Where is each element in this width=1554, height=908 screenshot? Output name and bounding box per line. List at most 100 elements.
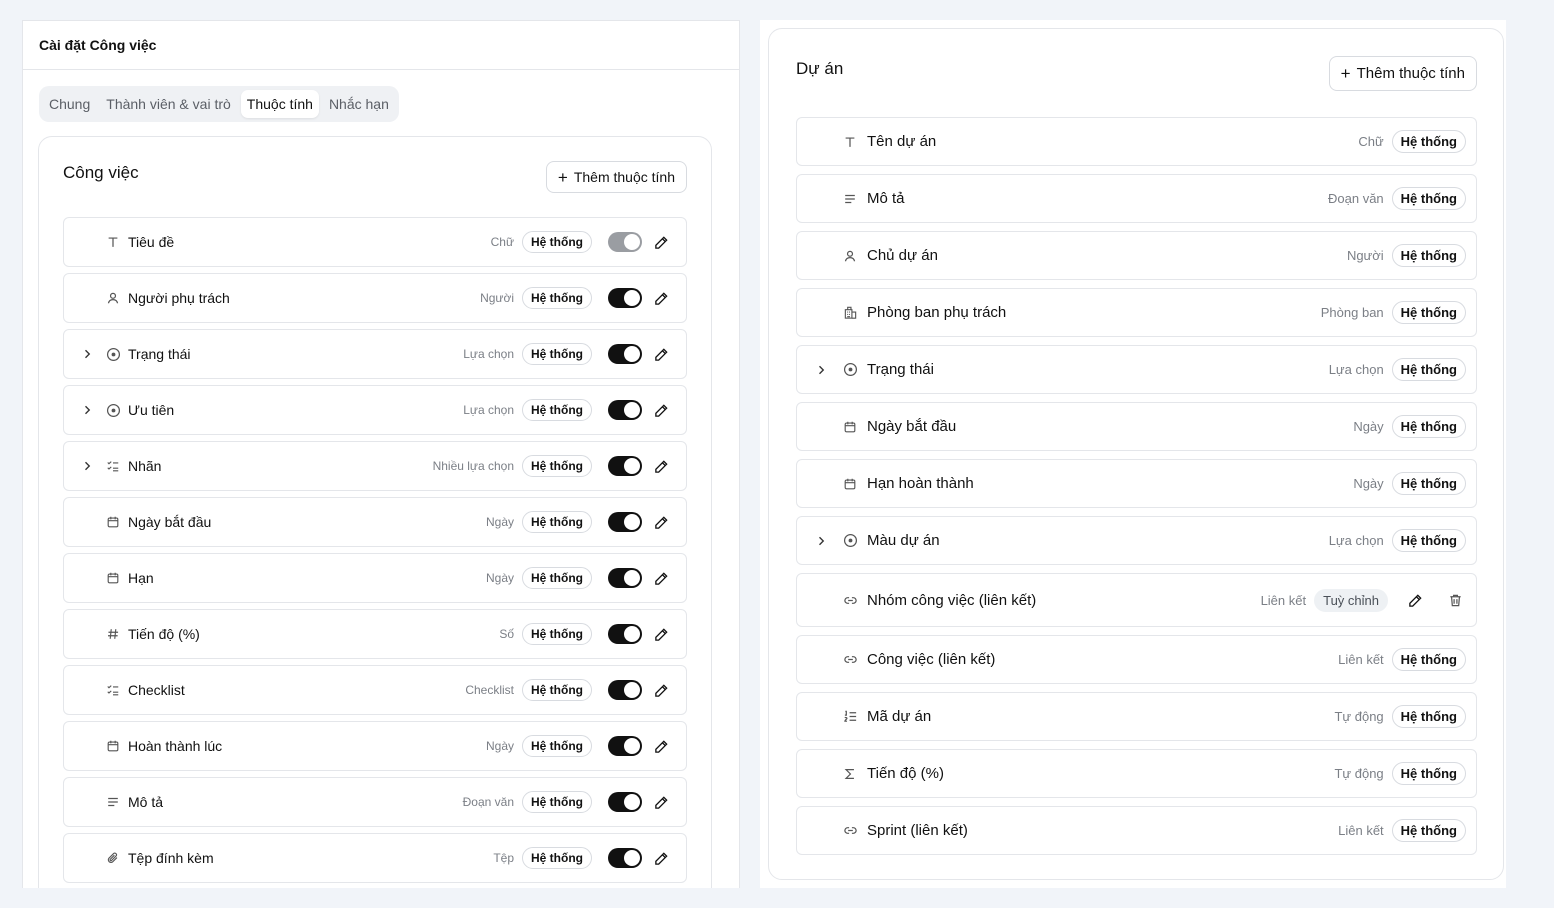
pencil-icon[interactable] [650, 567, 672, 589]
property-type: Người [1346, 248, 1384, 263]
property-type: Người [480, 291, 514, 305]
project-property-row[interactable]: Sprint (liên kết) Liên kết Hệ thống [796, 806, 1477, 855]
tab-reminders[interactable]: Nhắc hạn [323, 90, 395, 118]
person-icon [105, 290, 121, 306]
project-property-row[interactable]: Hạn hoàn thành Ngày Hệ thống [796, 459, 1477, 508]
chevron-right-icon[interactable] [80, 348, 94, 360]
system-badge: Hệ thống [1391, 705, 1466, 728]
tab-general[interactable]: Chung [43, 90, 96, 118]
visibility-toggle[interactable] [608, 736, 642, 756]
pencil-icon[interactable] [650, 735, 672, 757]
property-type: Liên kết [1338, 823, 1384, 838]
property-meta: Tự động Hệ thống [1334, 705, 1466, 728]
visibility-toggle[interactable] [608, 288, 642, 308]
project-property-row[interactable]: Màu dự án Lựa chọn Hệ thống [796, 516, 1477, 565]
system-badge: Hệ thống [522, 791, 592, 813]
visibility-toggle[interactable] [608, 344, 642, 364]
task-property-row[interactable]: Ngày bắt đầu Ngày Hệ thống [63, 497, 687, 547]
system-badge: Hệ thống [522, 343, 592, 365]
task-property-row[interactable]: Nhãn Nhiều lựa chọn Hệ thống [63, 441, 687, 491]
visibility-toggle[interactable] [608, 680, 642, 700]
system-badge: Hệ thống [522, 567, 592, 589]
pencil-icon[interactable] [650, 623, 672, 645]
link-icon [842, 652, 858, 668]
task-property-row[interactable]: Ưu tiên Lựa chọn Hệ thống [63, 385, 687, 435]
property-meta: Chữ Hệ thống [491, 231, 672, 253]
property-meta: Phòng ban Hệ thống [1321, 301, 1466, 324]
add-property-label: Thêm thuộc tính [1356, 65, 1465, 82]
task-property-row[interactable]: Tiêu đề Chữ Hệ thống [63, 217, 687, 267]
property-type: Đoạn văn [1328, 191, 1384, 206]
plus-icon: + [557, 167, 568, 187]
text-icon [842, 134, 858, 150]
pencil-icon[interactable] [650, 343, 672, 365]
property-meta: Ngày Hệ thống [486, 511, 672, 533]
chevron-right-icon[interactable] [814, 535, 828, 547]
pencil-icon[interactable] [650, 287, 672, 309]
pencil-icon[interactable] [1404, 589, 1426, 611]
chevron-right-icon[interactable] [814, 364, 828, 376]
project-property-row[interactable]: Công việc (liên kết) Liên kết Hệ thống [796, 635, 1477, 684]
pencil-icon[interactable] [650, 399, 672, 421]
system-badge: Hệ thống [1391, 472, 1466, 495]
project-property-row[interactable]: Nhóm công việc (liên kết) Liên kết Tuỳ chỉ… [796, 573, 1477, 627]
task-property-row[interactable]: Tệp đính kèm Tệp Hệ thống [63, 833, 687, 883]
pencil-icon[interactable] [650, 231, 672, 253]
visibility-toggle[interactable] [608, 792, 642, 812]
project-property-row[interactable]: Mã dự án Tự động Hệ thống [796, 692, 1477, 741]
visibility-toggle [608, 232, 642, 252]
property-meta: Tự động Hệ thống [1334, 762, 1466, 785]
visibility-toggle[interactable] [608, 848, 642, 868]
project-property-row[interactable]: Chủ dự án Người Hệ thống [796, 231, 1477, 280]
project-property-row[interactable]: Tiến độ (%) Tự động Hệ thống [796, 749, 1477, 798]
property-meta: Ngày Hệ thống [1353, 415, 1466, 438]
project-property-row[interactable]: Tên dự án Chữ Hệ thống [796, 117, 1477, 166]
pencil-icon[interactable] [650, 847, 672, 869]
task-property-row[interactable]: Người phụ trách Người Hệ thống [63, 273, 687, 323]
task-property-row[interactable]: Hạn Ngày Hệ thống [63, 553, 687, 603]
property-name: Ngày bắt đầu [128, 514, 212, 530]
property-name: Màu dự án [867, 532, 940, 549]
task-property-row[interactable]: Trạng thái Lựa chọn Hệ thống [63, 329, 687, 379]
system-badge: Hệ thống [522, 847, 592, 869]
project-property-row[interactable]: Trạng thái Lựa chọn Hệ thống [796, 345, 1477, 394]
visibility-toggle[interactable] [608, 456, 642, 476]
visibility-toggle[interactable] [608, 512, 642, 532]
checklist-icon [105, 458, 121, 474]
property-meta: Người Hệ thống [1347, 244, 1466, 267]
visibility-toggle[interactable] [608, 400, 642, 420]
property-meta: Người Hệ thống [480, 287, 672, 309]
system-badge: Hệ thống [522, 399, 592, 421]
tab-properties[interactable]: Thuộc tính [240, 90, 319, 118]
task-properties-card: Công việc + Thêm thuộc tính Tiêu đề Chữ Hệ… [38, 136, 712, 888]
pencil-icon[interactable] [650, 511, 672, 533]
add-property-button[interactable]: + Thêm thuộc tính [545, 161, 687, 193]
system-badge: Hệ thống [1391, 415, 1466, 438]
property-name: Ngày bắt đầu [867, 418, 957, 435]
pencil-icon[interactable] [650, 791, 672, 813]
task-property-row[interactable]: Tiến độ (%) Số Hệ thống [63, 609, 687, 659]
property-meta: Checklist Hệ thống [465, 679, 672, 701]
property-type: Ngày [1353, 419, 1384, 434]
custom-badge: Tuỳ chỉnh [1314, 588, 1388, 612]
pencil-icon[interactable] [650, 679, 672, 701]
project-property-row[interactable]: Ngày bắt đầu Ngày Hệ thống [796, 402, 1477, 451]
project-property-row[interactable]: Phòng ban phụ trách Phòng ban Hệ thống [796, 288, 1477, 337]
chevron-right-icon[interactable] [80, 404, 94, 416]
pencil-icon[interactable] [650, 455, 672, 477]
add-property-button[interactable]: + Thêm thuộc tính [1328, 56, 1477, 91]
visibility-toggle[interactable] [608, 624, 642, 644]
task-property-row[interactable]: Checklist Checklist Hệ thống [63, 665, 687, 715]
property-type: Số [499, 627, 514, 641]
task-property-row[interactable]: Mô tả Đoạn văn Hệ thống [63, 777, 687, 827]
project-property-row[interactable]: Mô tả Đoạn văn Hệ thống [796, 174, 1477, 223]
task-property-row[interactable]: Hoàn thành lúc Ngày Hệ thống [63, 721, 687, 771]
trash-icon[interactable] [1444, 589, 1466, 611]
property-type: Liên kết [1260, 592, 1307, 608]
tab-members-roles[interactable]: Thành viên & vai trò [100, 90, 237, 118]
chevron-right-icon[interactable] [80, 460, 94, 472]
visibility-toggle[interactable] [608, 568, 642, 588]
system-badge: Hệ thống [522, 511, 592, 533]
property-type: Nhiều lựa chọn [432, 459, 514, 473]
property-type: Ngày [485, 515, 514, 529]
